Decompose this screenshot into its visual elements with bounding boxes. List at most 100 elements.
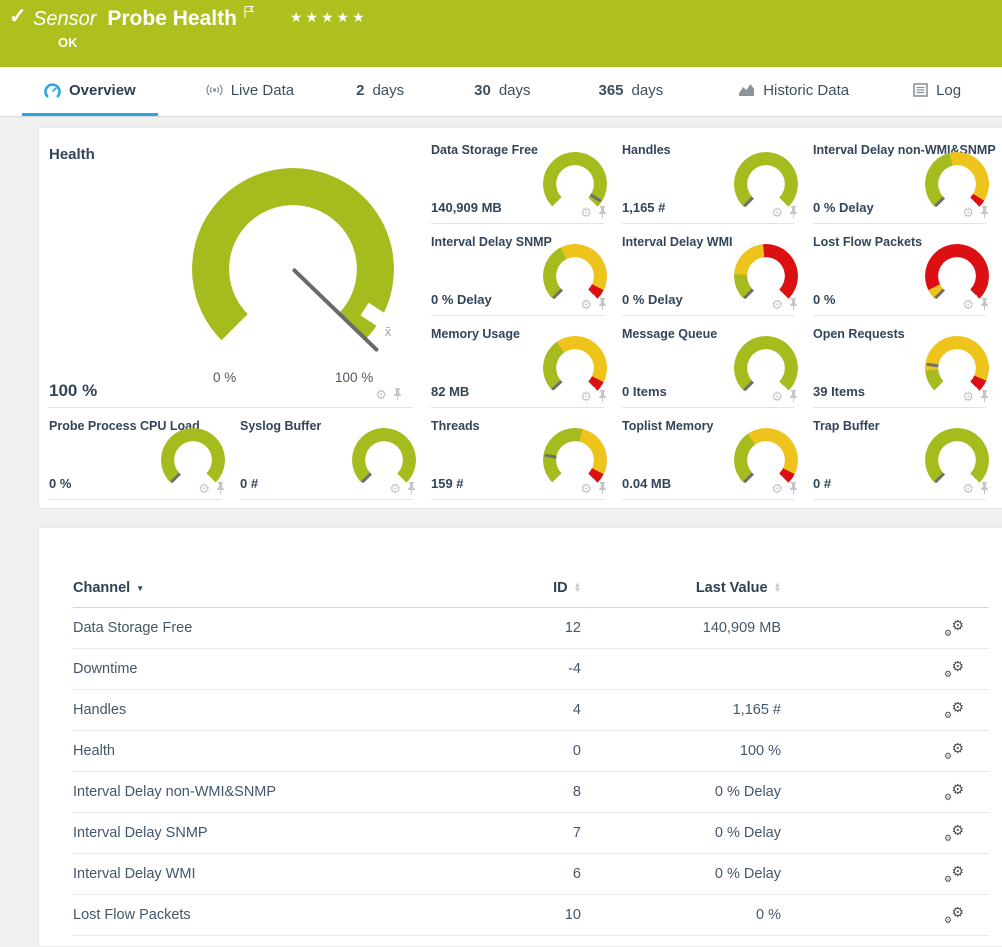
tab-number: 365 (599, 82, 624, 99)
pin-icon[interactable] (392, 388, 403, 401)
gauge-cell[interactable]: Handles 1,165 # ⚙ (620, 132, 811, 224)
gauge-needle (743, 183, 767, 207)
gear-icon[interactable]: ⚙ (580, 206, 592, 219)
gauge-cell[interactable]: Lost Flow Packets 0 % ⚙ (811, 224, 1002, 316)
pin-icon[interactable] (597, 206, 608, 219)
pin-icon[interactable] (215, 482, 226, 495)
pin-icon[interactable] (597, 482, 608, 495)
status-check-icon: ✓ (9, 4, 27, 29)
gauge-cell[interactable]: Probe Process CPU Load 0 % ⚙ (47, 408, 238, 500)
pin-icon[interactable] (788, 390, 799, 403)
sort-icon: ▲▼ (574, 583, 581, 593)
gear-icon[interactable]: ⚙ (962, 206, 974, 219)
pin-icon[interactable] (979, 390, 990, 403)
channel-name[interactable]: Handles (73, 702, 463, 718)
gauge-cell[interactable]: Threads 159 # ⚙ (429, 408, 620, 500)
pin-icon[interactable] (979, 482, 990, 495)
tab-number: 2 (356, 82, 364, 99)
gauge-needle (934, 183, 958, 207)
gear-icon[interactable]: ⚙ (375, 388, 387, 401)
gauge-cell[interactable]: Data Storage Free 140,909 MB ⚙ (429, 132, 620, 224)
channel-last-value: 1,165 # (733, 702, 781, 718)
channel-name[interactable]: Interval Delay SNMP (73, 825, 463, 841)
gear-icon[interactable]: ⚙ (389, 482, 401, 495)
gauge-needle (551, 367, 576, 390)
column-header-id[interactable]: ID ▲▼ (553, 580, 581, 596)
gauge-cell-health[interactable]: Health x̄ 0 % 100 % 100 % ⚙ (47, 132, 429, 408)
channel-settings-icon[interactable]: ⚙⚙ (945, 661, 964, 678)
gear-icon[interactable]: ⚙ (580, 390, 592, 403)
gauge-title: Toplist Memory (622, 419, 713, 433)
tab-label: days (372, 82, 404, 99)
tab-label: days (632, 82, 664, 99)
channel-name[interactable]: Interval Delay WMI (73, 866, 463, 882)
gear-icon[interactable]: ⚙ (962, 482, 974, 495)
live-data-icon (206, 82, 223, 98)
gear-icon[interactable]: ⚙ (580, 298, 592, 311)
gauge-value: 1,165 # (622, 200, 665, 215)
tab-overview[interactable]: Overview (22, 67, 158, 116)
gauge-cell[interactable]: Open Requests 39 Items ⚙ (811, 316, 1002, 408)
gauge-needle (743, 459, 767, 483)
pin-icon[interactable] (788, 482, 799, 495)
gear-icon[interactable]: ⚙ (198, 482, 210, 495)
channel-settings-icon[interactable]: ⚙⚙ (945, 620, 964, 637)
gauge-cell[interactable]: Message Queue 0 Items ⚙ (620, 316, 811, 408)
gauge-cell[interactable]: Interval Delay SNMP 0 % Delay ⚙ (429, 224, 620, 316)
gauge-cell[interactable]: Trap Buffer 0 # ⚙ (811, 408, 1002, 500)
gauge-needle (361, 459, 385, 483)
channel-name[interactable]: Lost Flow Packets (73, 907, 463, 923)
pin-icon[interactable] (597, 390, 608, 403)
channel-id: 12 (565, 620, 581, 636)
tab-365-days[interactable]: 365 days (577, 67, 686, 116)
gear-icon[interactable]: ⚙ (771, 206, 783, 219)
gauge-cell[interactable]: Syslog Buffer 0 # ⚙ (238, 408, 429, 500)
tab-label: Live Data (231, 82, 294, 99)
pin-icon[interactable] (406, 482, 417, 495)
channel-settings-icon[interactable]: ⚙⚙ (945, 702, 964, 719)
gear-icon[interactable]: ⚙ (771, 298, 783, 311)
gauge-value: 140,909 MB (431, 200, 502, 215)
column-header-channel[interactable]: Channel ▼ (73, 580, 463, 596)
pin-icon[interactable] (979, 298, 990, 311)
pin-icon[interactable] (979, 206, 990, 219)
gauge-cell[interactable]: Memory Usage 82 MB ⚙ (429, 316, 620, 408)
column-header-last-value[interactable]: Last Value ▲▼ (696, 580, 781, 596)
channel-settings-icon[interactable]: ⚙⚙ (945, 784, 964, 801)
gauge-cell[interactable]: Interval Delay WMI 0 % Delay ⚙ (620, 224, 811, 316)
tab-2-days[interactable]: 2 days (334, 67, 426, 116)
gauge-cell[interactable]: Toplist Memory 0.04 MB ⚙ (620, 408, 811, 500)
gauge-cell[interactable]: Interval Delay non-WMI&SNMP 0 % Delay ⚙ (811, 132, 1002, 224)
gear-icon[interactable]: ⚙ (962, 390, 974, 403)
tab-log[interactable]: Log (891, 67, 983, 116)
tab-historic-data[interactable]: Historic Data (716, 67, 871, 116)
gauge-title: Threads (431, 419, 480, 433)
gauge-title: Lost Flow Packets (813, 235, 922, 249)
channel-settings-icon[interactable]: ⚙⚙ (945, 866, 964, 883)
gear-icon[interactable]: ⚙ (771, 390, 783, 403)
pin-icon[interactable] (597, 298, 608, 311)
channel-settings-icon[interactable]: ⚙⚙ (945, 825, 964, 842)
channel-name[interactable]: Downtime (73, 661, 463, 677)
channel-last-value: 0 % Delay (715, 784, 781, 800)
channel-name[interactable]: Interval Delay non-WMI&SNMP (73, 784, 463, 800)
gauge-needle (544, 453, 575, 461)
flag-icon[interactable] (244, 5, 254, 23)
gauge-title: Interval Delay WMI (622, 235, 732, 249)
pin-icon[interactable] (788, 206, 799, 219)
table-row: Handles 4 1,165 # ⚙⚙ (73, 690, 989, 731)
channel-name[interactable]: Data Storage Free (73, 620, 463, 636)
tab-live-data[interactable]: Live Data (184, 67, 316, 116)
gear-icon[interactable]: ⚙ (580, 482, 592, 495)
gear-icon[interactable]: ⚙ (962, 298, 974, 311)
channel-settings-icon[interactable]: ⚙⚙ (945, 907, 964, 924)
priority-stars[interactable]: ★★★★★ (290, 9, 368, 26)
pin-icon[interactable] (788, 298, 799, 311)
tab-label: Historic Data (763, 82, 849, 99)
channel-name[interactable]: Health (73, 743, 463, 759)
page-title: Probe Health (107, 7, 237, 31)
gear-icon[interactable]: ⚙ (771, 482, 783, 495)
tab-30-days[interactable]: 30 days (452, 67, 552, 116)
channel-settings-icon[interactable]: ⚙⚙ (945, 743, 964, 760)
gauge-needle (934, 275, 958, 299)
